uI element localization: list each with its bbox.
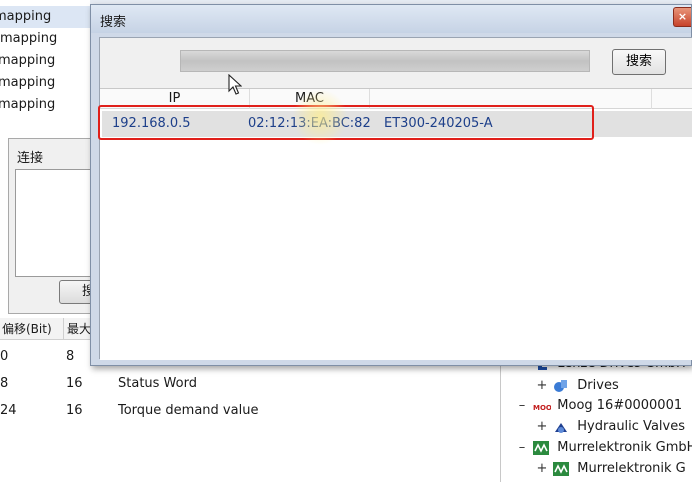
mac-cell: 02:12:13:EA:BC:82: [248, 116, 371, 131]
mapping-list: mapping mapping mapping mapping mapping: [0, 6, 90, 116]
expand-toggle[interactable]: +: [535, 376, 549, 396]
tree-node-murrelektronik[interactable]: – Murrelektronik GmbH: [515, 438, 692, 458]
size-cell: 16: [66, 376, 83, 391]
mac-column-header[interactable]: MAC: [250, 89, 370, 109]
tree-node-moog[interactable]: – MOOG Moog 16#0000001: [515, 396, 682, 416]
tree-node-murrelektronik-sub[interactable]: + Murrelektronik G: [535, 459, 686, 479]
mapping-item-label: mapping: [0, 75, 56, 90]
table-row[interactable]: 8 16 Status Word: [0, 371, 500, 398]
moog-logo-icon: MOOG: [533, 399, 558, 413]
svg-text:MOOG: MOOG: [533, 404, 551, 412]
mapping-list-item[interactable]: mapping: [0, 94, 90, 116]
murrelektronik-logo-icon: [553, 461, 570, 476]
connect-device-listbox[interactable]: [15, 169, 99, 277]
dialog-content: 搜索 IP MAC 192.168.0.5 02:12:13:EA:BC:82 …: [98, 37, 692, 360]
device-name-cell: ET300-240205-A: [384, 116, 493, 131]
search-button[interactable]: 搜索: [612, 49, 666, 75]
tree-node-label: Hydraulic Valves: [577, 419, 685, 434]
name-cell: Status Word: [118, 376, 197, 391]
valve-icon: [553, 420, 569, 434]
tree-node-label: Murrelektronik G: [577, 461, 686, 476]
ip-column-header[interactable]: IP: [100, 89, 250, 109]
dialog-titlebar[interactable]: 搜索 ×: [91, 5, 691, 33]
drives-folder-icon: [553, 379, 569, 393]
tree-node-hydraulic-valves[interactable]: + Hydraulic Valves: [535, 417, 685, 437]
table-row[interactable]: 24 16 Torque demand value: [0, 398, 500, 425]
device-results-list[interactable]: IP MAC 192.168.0.5 02:12:13:EA:BC:82 ET3…: [98, 88, 692, 360]
connect-dialog-title: 连接: [17, 151, 44, 166]
close-button[interactable]: ×: [673, 7, 691, 27]
mapping-list-item[interactable]: mapping: [0, 28, 90, 50]
search-dialog: 搜索 × 搜索 IP MAC 192.168.0.5 02:12:13:EA:B…: [90, 4, 692, 366]
murrelektronik-logo-icon: [533, 440, 550, 455]
size-cell: 16: [66, 403, 83, 418]
progress-fill: [181, 51, 589, 71]
offset-cell: 0: [0, 349, 9, 364]
tree-node-label: Drives: [577, 378, 619, 393]
expand-toggle[interactable]: +: [535, 417, 549, 437]
mapping-list-item[interactable]: mapping: [0, 50, 90, 72]
mapping-item-label: mapping: [0, 31, 58, 46]
name-column-header[interactable]: [370, 89, 652, 109]
dialog-title: 搜索: [100, 15, 127, 30]
offset-cell: 24: [0, 403, 17, 418]
tree-node-label: Moog 16#0000001: [557, 398, 683, 413]
mapping-item-label: mapping: [0, 9, 52, 24]
mapping-list-item[interactable]: mapping: [0, 72, 90, 94]
mapping-list-item[interactable]: mapping: [0, 6, 90, 28]
ip-cell: 192.168.0.5: [112, 116, 191, 131]
mapping-item-label: mapping: [0, 53, 56, 68]
connect-dialog: 连接 搜: [8, 138, 99, 314]
max-column-header[interactable]: 最大: [64, 318, 91, 339]
offset-cell: 8: [0, 376, 9, 391]
tree-node-drives[interactable]: + Drives: [535, 376, 619, 396]
size-cell: 8: [66, 349, 75, 364]
search-progress-bar: [180, 50, 590, 72]
close-icon: ×: [677, 10, 688, 23]
results-list-header: IP MAC: [100, 89, 692, 109]
mapping-item-label: mapping: [0, 97, 56, 112]
tree-node-label: Murrelektronik GmbH: [557, 440, 692, 455]
collapse-toggle[interactable]: –: [515, 396, 529, 416]
device-catalog-tree: – Lenze Drives GmbH + Drives – MOOG Moog…: [500, 350, 692, 482]
expand-toggle[interactable]: +: [535, 459, 549, 479]
name-cell: Torque demand value: [118, 403, 259, 418]
result-row[interactable]: 192.168.0.5 02:12:13:EA:BC:82 ET300-2402…: [98, 105, 692, 140]
offset-column-header[interactable]: 偏移(Bit): [0, 318, 64, 339]
collapse-toggle[interactable]: –: [515, 438, 529, 458]
